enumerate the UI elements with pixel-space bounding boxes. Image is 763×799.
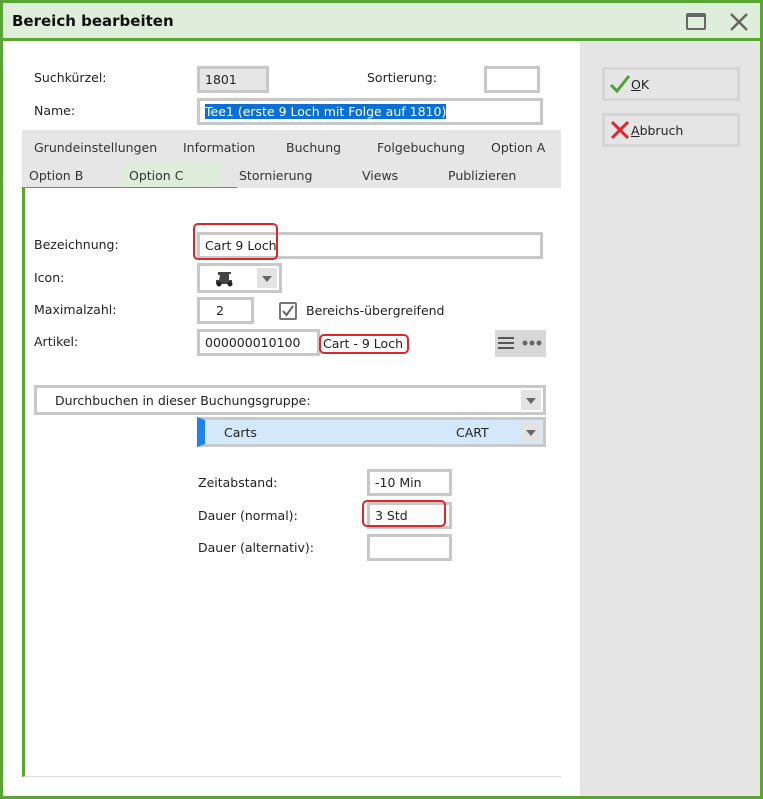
icon-dropdown[interactable] <box>197 263 282 293</box>
bereichs-label: Bereichs-übergreifend <box>306 303 445 318</box>
name-value: Tee1 (erste 9 Loch mit Folge auf 1810) <box>205 104 447 119</box>
suchkuerzel-field[interactable]: 1801 <box>197 66 269 93</box>
tab-bar: Grundeinstellungen Information Buchung F… <box>22 130 561 188</box>
dialog-window: Bereich bearbeiten Suchkürzel: 1801 Sort… <box>0 0 763 799</box>
more-icon[interactable] <box>521 339 543 347</box>
highlight-dauer <box>362 500 446 527</box>
dauer-alt-field[interactable] <box>367 534 452 561</box>
checkmark-icon <box>609 75 631 94</box>
gruppe-name: Carts <box>224 425 257 440</box>
highlight-artikel <box>319 334 409 354</box>
name-field[interactable]: Tee1 (erste 9 Loch mit Folge auf 1810) <box>197 98 543 125</box>
durchbuchen-label: Durchbuchen in dieser Buchungsgruppe: <box>55 393 311 408</box>
maximize-icon[interactable] <box>686 13 706 30</box>
tab-option-b[interactable]: Option B <box>23 162 89 190</box>
zeitabstand-field[interactable]: -10 Min <box>367 469 452 496</box>
close-icon[interactable] <box>729 12 749 32</box>
tab-grundeinstellungen[interactable]: Grundeinstellungen <box>28 134 163 162</box>
tab-option-c[interactable]: Option C <box>121 162 221 188</box>
title-bar: Bereich bearbeiten <box>3 3 760 41</box>
ok-label: OK <box>631 76 650 92</box>
artikel-field[interactable]: 000000010100 <box>197 329 320 356</box>
suchkuerzel-label: Suchkürzel: <box>34 70 107 85</box>
cancel-label: Abbruch <box>631 122 684 138</box>
action-panel: OK Abbruch <box>580 41 760 796</box>
tab-information[interactable]: Information <box>177 134 261 162</box>
dauer-normal-label: Dauer (normal): <box>198 508 298 523</box>
gruppe-code: CART <box>456 425 489 440</box>
tab-option-a[interactable]: Option A <box>485 134 551 162</box>
bereichs-checkbox[interactable] <box>279 302 297 320</box>
tab-publizieren[interactable]: Publizieren <box>442 162 522 190</box>
golf-cart-icon <box>216 272 233 287</box>
dauer-alt-label: Dauer (alternativ): <box>198 540 314 555</box>
artikel-buttons <box>495 330 546 357</box>
sortierung-field[interactable] <box>484 66 540 93</box>
chevron-down-icon[interactable] <box>521 422 541 442</box>
bezeichnung-label: Bezeichnung: <box>34 237 119 252</box>
cross-icon <box>610 120 630 140</box>
tab-views[interactable]: Views <box>356 162 404 190</box>
artikel-label: Artikel: <box>34 334 79 349</box>
buchungsgruppe-dropdown[interactable]: Carts CART <box>197 417 546 447</box>
sortierung-label: Sortierung: <box>367 70 437 85</box>
name-label: Name: <box>34 103 76 118</box>
tab-buchung[interactable]: Buchung <box>280 134 347 162</box>
chevron-down-icon[interactable] <box>521 390 541 410</box>
highlight-bezeichnung <box>193 223 278 260</box>
cancel-button[interactable]: Abbruch <box>602 113 740 147</box>
checkmark-icon <box>282 305 294 317</box>
durchbuchen-dropdown[interactable]: Durchbuchen in dieser Buchungsgruppe: <box>34 385 546 415</box>
maximalzahl-label: Maximalzahl: <box>34 302 117 317</box>
chevron-down-icon[interactable] <box>257 268 277 288</box>
tab-stornierung[interactable]: Stornierung <box>233 162 318 190</box>
maximalzahl-field[interactable]: 2 <box>197 297 254 324</box>
list-icon[interactable] <box>498 336 514 350</box>
tab-folgebuchung[interactable]: Folgebuchung <box>371 134 471 162</box>
icon-label: Icon: <box>34 270 65 285</box>
ok-button[interactable]: OK <box>602 67 740 101</box>
zeitabstand-label: Zeitabstand: <box>198 475 278 490</box>
tab-panel-option-c <box>22 188 561 777</box>
window-title: Bereich bearbeiten <box>12 12 174 30</box>
